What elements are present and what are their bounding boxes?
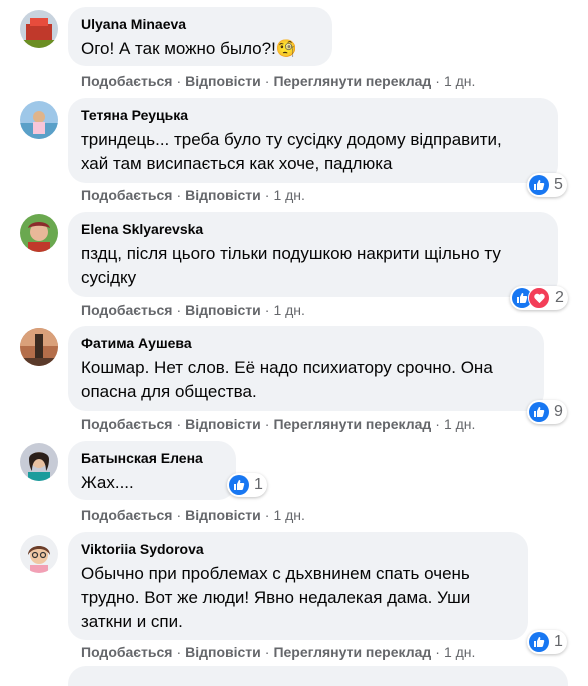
avatar[interactable] <box>20 10 58 48</box>
like-reaction-icon <box>529 632 549 652</box>
comment-actions: Подобається · Відповісти · 1 дн. <box>81 302 305 318</box>
comment-text: Обычно при проблемах с дьхвнинем спать о… <box>81 564 471 631</box>
reaction-count: 5 <box>554 176 563 193</box>
like-link[interactable]: Подобається <box>81 507 172 523</box>
comment-text: Кошмар. Нет слов. Её надо психиатору сро… <box>81 358 493 401</box>
comment-bubble: Viktoriia Sydorova Обычно при проблемах … <box>68 532 528 640</box>
comment-author[interactable]: Viktoriia Sydorova <box>81 540 515 558</box>
reaction-summary[interactable]: 5 <box>527 173 567 197</box>
comment-author[interactable]: Тетяна Реуцька <box>81 106 545 124</box>
like-link[interactable]: Подобається <box>81 644 172 660</box>
reply-link[interactable]: Відповісти <box>185 302 261 318</box>
comment-author[interactable]: Ulyana Minaeva <box>81 15 319 33</box>
comment-author[interactable]: Батынская Елена <box>81 449 223 467</box>
like-link[interactable]: Подобається <box>81 416 172 432</box>
reaction-count: 2 <box>555 289 564 306</box>
translate-link[interactable]: Переглянути переклад <box>273 644 431 660</box>
comment-bubble: Ulyana Minaeva Ого! А так можно было?!🧐 <box>68 7 332 66</box>
like-link[interactable]: Подобається <box>81 302 172 318</box>
timestamp[interactable]: 1 дн. <box>273 302 304 318</box>
avatar[interactable] <box>20 214 58 252</box>
comment-bubble: Тетяна Реуцька триндець... треба було ту… <box>68 98 558 183</box>
comment-text: Ого! А так можно было?!🧐 <box>81 39 297 58</box>
translate-link[interactable]: Переглянути переклад <box>273 416 431 432</box>
reply-link[interactable]: Відповісти <box>185 507 261 523</box>
reaction-summary[interactable]: 2 <box>510 286 568 310</box>
like-reaction-icon <box>529 402 549 422</box>
like-reaction-icon <box>529 175 549 195</box>
avatar[interactable] <box>20 443 58 481</box>
reaction-summary[interactable]: 9 <box>527 400 567 424</box>
timestamp[interactable]: 1 дн. <box>444 416 475 432</box>
comment-text: пздц, після цього тільки подушкою накрит… <box>81 244 501 287</box>
comment-actions: Подобається · Відповісти · 1 дн. <box>81 507 305 523</box>
like-link[interactable]: Подобається <box>81 73 172 89</box>
timestamp[interactable]: 1 дн. <box>273 187 304 203</box>
timestamp[interactable]: 1 дн. <box>444 644 475 660</box>
timestamp[interactable]: 1 дн. <box>273 507 304 523</box>
comment-actions: Подобається · Відповісти · Переглянути перек… <box>81 73 476 89</box>
timestamp[interactable]: 1 дн. <box>444 73 475 89</box>
comment-author[interactable]: Elena Sklyarevska <box>81 220 545 238</box>
comment-text: триндець... треба було ту сусідку додому… <box>81 130 502 173</box>
reaction-count: 1 <box>554 633 563 650</box>
reply-link[interactable]: Відповісти <box>185 187 261 203</box>
comment-actions: Подобається · Відповісти · Переглянути перек… <box>81 644 476 660</box>
comment-actions: Подобається · Відповісти · Переглянути перек… <box>81 416 476 432</box>
love-reaction-icon <box>528 287 550 309</box>
reaction-summary[interactable]: 1 <box>527 630 567 654</box>
reply-link[interactable]: Відповісти <box>185 644 261 660</box>
reaction-summary[interactable]: 1 <box>227 473 267 497</box>
reply-link[interactable]: Відповісти <box>185 416 261 432</box>
next-comment-bubble-partial <box>68 666 568 686</box>
comment-text: Жах.... <box>81 473 134 492</box>
like-link[interactable]: Подобається <box>81 187 172 203</box>
comment-bubble: Фатима Аушева Кошмар. Нет слов. Её надо … <box>68 326 544 411</box>
comment-actions: Подобається · Відповісти · 1 дн. <box>81 187 305 203</box>
reply-link[interactable]: Відповісти <box>185 73 261 89</box>
comment-bubble: Батынская Елена Жах.... <box>68 441 236 500</box>
comment-bubble: Elena Sklyarevska пздц, після цього тіль… <box>68 212 558 297</box>
avatar[interactable] <box>20 101 58 139</box>
comment-author[interactable]: Фатима Аушева <box>81 334 531 352</box>
reaction-count: 1 <box>254 476 263 493</box>
avatar[interactable] <box>20 535 58 573</box>
avatar[interactable] <box>20 328 58 366</box>
like-reaction-icon <box>229 475 249 495</box>
translate-link[interactable]: Переглянути переклад <box>273 73 431 89</box>
reaction-count: 9 <box>554 403 563 420</box>
